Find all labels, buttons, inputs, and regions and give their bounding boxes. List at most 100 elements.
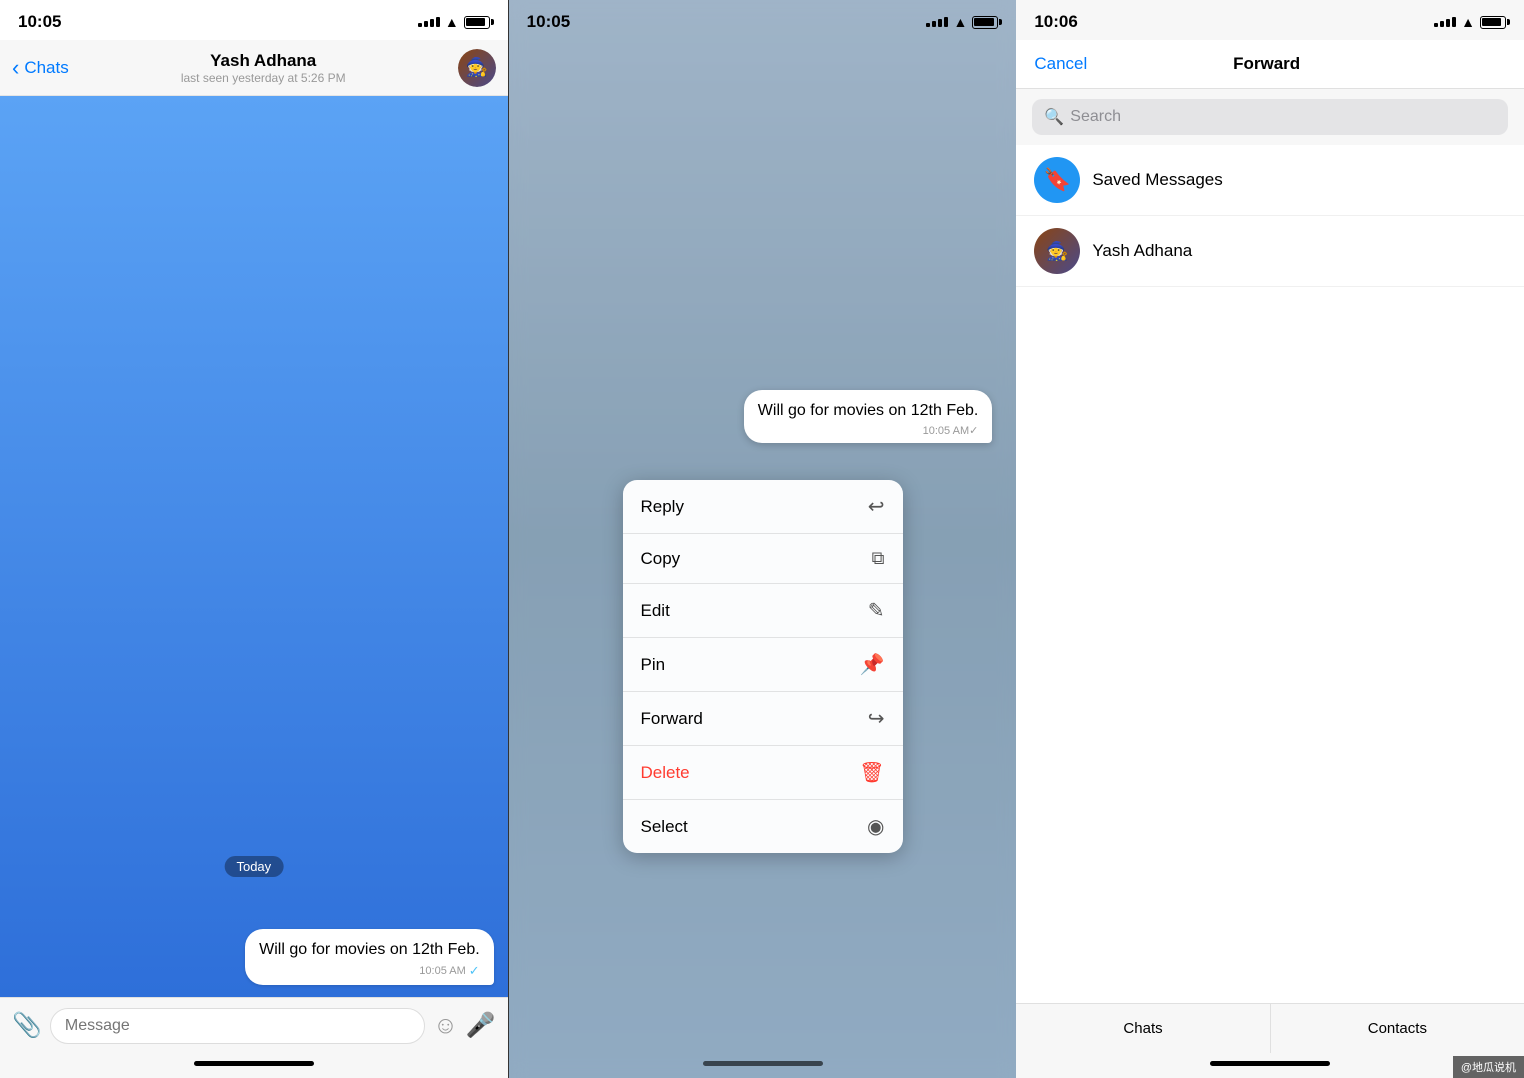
- context-pin-label: Pin: [641, 655, 666, 675]
- tab-contacts[interactable]: Contacts: [1271, 1004, 1524, 1053]
- select-icon: ◉: [867, 814, 884, 839]
- context-item-forward[interactable]: Forward ↪: [623, 692, 903, 746]
- wifi-icon-3: ▲: [1461, 14, 1475, 30]
- contact-name: Yash Adhana: [210, 51, 316, 71]
- context-item-delete[interactable]: Delete 🗑: [623, 746, 903, 800]
- context-select-label: Select: [641, 817, 688, 837]
- battery-fill: [466, 18, 485, 26]
- emoji-icon[interactable]: ☺: [433, 1012, 458, 1040]
- home-indicator-1: [0, 1053, 508, 1078]
- contact-saved-messages[interactable]: 🔖 Saved Messages: [1016, 145, 1524, 216]
- back-button[interactable]: ‹ Chats: [12, 57, 69, 79]
- message-check-icon: ✓: [469, 963, 480, 979]
- mic-icon[interactable]: 🎤: [466, 1011, 496, 1040]
- home-bar-3: [1210, 1061, 1330, 1066]
- signal-bar-3-2: [1440, 21, 1444, 27]
- status-icons-1: ▲: [418, 14, 490, 30]
- status-icons-2: ▲: [926, 14, 998, 30]
- signal-icon-3: [1434, 17, 1456, 27]
- panel-context: 10:05 ▲ Will go for movies on 12th Feb. …: [509, 0, 1017, 1078]
- context-item-copy[interactable]: Copy ⧉: [623, 534, 903, 584]
- edit-icon: ✎: [868, 598, 885, 623]
- signal-bar-2: [424, 21, 428, 27]
- tab-contacts-label: Contacts: [1368, 1020, 1427, 1037]
- forward-header: Cancel Forward: [1016, 40, 1524, 89]
- search-bar[interactable]: 🔍 Search: [1032, 99, 1508, 135]
- bookmark-icon: 🔖: [1044, 167, 1071, 193]
- signal-icon: [418, 17, 440, 27]
- message-input[interactable]: [50, 1008, 425, 1044]
- home-bar-2: [703, 1061, 823, 1066]
- signal-icon-2: [926, 17, 948, 27]
- battery-icon-3: [1480, 16, 1506, 29]
- status-bar-1: 10:05 ▲: [0, 0, 508, 40]
- battery-tip-2: [999, 19, 1002, 25]
- signal-bar-2-1: [926, 23, 930, 27]
- yash-avatar: 🧙: [1034, 228, 1080, 274]
- context-message-meta: 10:05 AM✓: [758, 424, 979, 437]
- signal-bar-3: [430, 19, 434, 27]
- forward-icon: ↪: [868, 706, 885, 731]
- context-edit-label: Edit: [641, 601, 670, 621]
- context-reply-label: Reply: [641, 497, 684, 517]
- home-indicator-3: [1016, 1053, 1524, 1078]
- pin-icon: 📌: [860, 652, 885, 677]
- avatar-image: 🧙: [458, 49, 496, 87]
- signal-bar-3-4: [1452, 17, 1456, 27]
- time-3: 10:06: [1034, 12, 1077, 32]
- chat-header: ‹ Chats Yash Adhana last seen yesterday …: [0, 40, 508, 96]
- attachment-icon[interactable]: 📎: [12, 1011, 42, 1040]
- battery-icon: [464, 16, 490, 29]
- chat-body: Today Will go for movies on 12th Feb. 10…: [0, 96, 508, 997]
- signal-bar-1: [418, 23, 422, 27]
- contact-yash-adhana[interactable]: 🧙 Yash Adhana: [1016, 216, 1524, 287]
- status-bar-3: 10:06 ▲: [1016, 0, 1524, 40]
- context-item-pin[interactable]: Pin 📌: [623, 638, 903, 692]
- context-delete-label: Delete: [641, 763, 690, 783]
- home-bar-1: [194, 1061, 314, 1066]
- signal-bar-2-3: [938, 19, 942, 27]
- message-bubble[interactable]: Will go for movies on 12th Feb. 10:05 AM…: [245, 929, 494, 985]
- context-item-select[interactable]: Select ◉: [623, 800, 903, 853]
- chat-title-block: Yash Adhana last seen yesterday at 5:26 …: [69, 51, 458, 85]
- signal-bar-3-3: [1446, 19, 1450, 27]
- battery-fill-3: [1482, 18, 1501, 26]
- message-text: Will go for movies on 12th Feb.: [259, 941, 480, 958]
- context-menu: Reply ↩ Copy ⧉ Edit ✎ Pin 📌 Forward ↪ De…: [623, 480, 903, 853]
- battery-icon-2: [972, 16, 998, 29]
- time-1: 10:05: [18, 12, 61, 32]
- context-item-edit[interactable]: Edit ✎: [623, 584, 903, 638]
- saved-messages-avatar: 🔖: [1034, 157, 1080, 203]
- context-message-text: Will go for movies on 12th Feb.: [758, 402, 979, 419]
- back-label[interactable]: Chats: [24, 58, 68, 78]
- signal-bar-4: [436, 17, 440, 27]
- battery-fill-2: [974, 18, 993, 26]
- reply-icon: ↩: [868, 494, 885, 519]
- cancel-button[interactable]: Cancel: [1034, 54, 1087, 74]
- forward-title: Forward: [1233, 54, 1300, 74]
- context-forward-label: Forward: [641, 709, 703, 729]
- avatar[interactable]: 🧙: [458, 49, 496, 87]
- signal-bar-2-4: [944, 17, 948, 27]
- battery-tip: [491, 19, 494, 25]
- delete-icon: 🗑: [859, 760, 884, 785]
- context-copy-label: Copy: [641, 549, 681, 569]
- contacts-list: 🔖 Saved Messages 🧙 Yash Adhana: [1016, 145, 1524, 1003]
- context-message-bubble: Will go for movies on 12th Feb. 10:05 AM…: [744, 390, 993, 443]
- time-2: 10:05: [527, 12, 570, 32]
- watermark: @地瓜说机: [1453, 1056, 1524, 1078]
- yash-avatar-image: 🧙: [1034, 228, 1080, 274]
- context-item-reply[interactable]: Reply ↩: [623, 480, 903, 534]
- signal-bar-2-2: [932, 21, 936, 27]
- wifi-icon-2: ▲: [953, 14, 967, 30]
- tab-chats[interactable]: Chats: [1016, 1004, 1270, 1053]
- yash-name: Yash Adhana: [1092, 241, 1192, 261]
- wifi-icon: ▲: [445, 14, 459, 30]
- copy-icon: ⧉: [872, 548, 885, 569]
- today-label: Today: [224, 856, 283, 877]
- search-placeholder: Search: [1070, 108, 1121, 126]
- saved-messages-name: Saved Messages: [1092, 170, 1222, 190]
- signal-bar-3-1: [1434, 23, 1438, 27]
- panel-chat: 10:05 ▲ ‹ Chats Yash Adhana last seen ye…: [0, 0, 509, 1078]
- chat-input-bar: 📎 ☺ 🎤: [0, 997, 508, 1053]
